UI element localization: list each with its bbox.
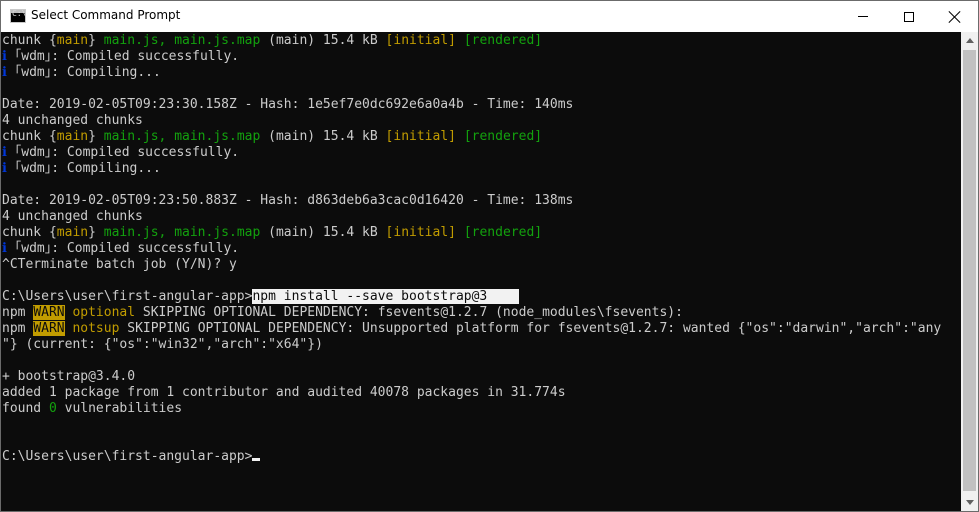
console-text: [initial]	[385, 225, 456, 240]
console-text: found	[2, 401, 49, 416]
maximize-icon	[904, 11, 914, 22]
console-text: C:\Users\user\first-angular-app>	[2, 289, 253, 304]
console-line: ℹ ｢wdm｣: Compiled successfully.	[2, 241, 239, 257]
console-text: main.js, main.js.map	[103, 225, 261, 240]
selected-command-text: npm install --save bootstrap@3	[252, 289, 519, 304]
console-text: main	[56, 225, 89, 240]
console-text: ^CTerminate batch job (Y/N)? y	[2, 257, 237, 272]
console-text: optional	[72, 305, 136, 320]
warn-badge: WARN	[33, 305, 65, 320]
console-text: ｢wdm｣: Compiling...	[6, 65, 161, 80]
console-line: ℹ ｢wdm｣: Compiled successfully.	[2, 49, 239, 65]
console-line: Date: 2019-02-05T09:23:30.158Z - Hash: 1…	[2, 97, 573, 113]
console-text: }	[88, 129, 104, 144]
console-text: ｢wdm｣: Compiled successfully.	[6, 145, 240, 160]
console-text: [initial]	[385, 129, 456, 144]
command-prompt-icon[interactable]: C:\	[10, 9, 26, 23]
console-text: }	[88, 33, 104, 48]
arrow-up-icon	[965, 38, 974, 43]
console-text: (main) 15.4 kB	[260, 129, 386, 144]
console-text: npm	[2, 321, 34, 336]
console-text: ｢wdm｣: Compiled successfully.	[6, 241, 240, 256]
console-text: SKIPPING OPTIONAL DEPENDENCY: Unsupporte…	[119, 321, 942, 336]
console-line: "} (current: {"os":"win32","arch":"x64"}…	[2, 337, 323, 353]
console-text: main.js, main.js.map	[103, 33, 261, 48]
console-line: npm WARN optional SKIPPING OPTIONAL DEPE…	[2, 305, 683, 321]
console-line: ℹ ｢wdm｣: Compiled successfully.	[2, 145, 239, 161]
scroll-up-button[interactable]	[961, 32, 978, 49]
console-text: 4 unchanged chunks	[2, 209, 143, 224]
minimize-icon	[858, 16, 868, 17]
console-line: chunk {main} main.js, main.js.map (main)…	[2, 129, 542, 145]
console-line: ℹ ｢wdm｣: Compiling...	[2, 65, 161, 81]
console-line: C:\Users\user\first-angular-app>	[2, 449, 261, 465]
console-line: ^CTerminate batch job (Y/N)? y	[2, 257, 237, 273]
maximize-button[interactable]	[886, 1, 932, 32]
console-text: 0	[48, 401, 57, 416]
text-cursor	[252, 458, 261, 461]
console-line: Date: 2019-02-05T09:23:50.883Z - Hash: d…	[2, 193, 573, 209]
console-output[interactable]: chunk {main} main.js, main.js.map (main)…	[1, 32, 961, 511]
console-line: npm WARN notsup SKIPPING OPTIONAL DEPEND…	[2, 321, 941, 337]
console-text: ｢wdm｣: Compiling...	[6, 161, 161, 176]
console-text: [initial]	[385, 33, 456, 48]
console-text: main	[56, 33, 89, 48]
console-text: + bootstrap@3.4.0	[2, 369, 136, 384]
console-text: [rendered]	[463, 129, 543, 144]
console-line: 4 unchanged chunks	[2, 209, 143, 225]
close-icon	[949, 11, 961, 23]
console-text: (main) 15.4 kB	[260, 225, 386, 240]
arrow-down-icon	[965, 500, 974, 505]
console-line: ℹ ｢wdm｣: Compiling...	[2, 161, 161, 177]
console-text: (main) 15.4 kB	[260, 33, 386, 48]
console-text: chunk {	[2, 129, 57, 144]
console-text: C:\Users\user\first-angular-app>	[2, 449, 253, 464]
console-line: chunk {main} main.js, main.js.map (main)…	[2, 225, 542, 241]
close-button[interactable]	[932, 1, 978, 32]
console-text: main	[56, 129, 89, 144]
scroll-down-button[interactable]	[961, 494, 978, 511]
console-line: C:\Users\user\first-angular-app>npm inst…	[2, 289, 519, 305]
title-bar[interactable]: C:\ Select Command Prompt	[1, 1, 978, 32]
console-text: notsup	[72, 321, 120, 336]
vertical-scrollbar[interactable]	[961, 32, 978, 511]
console-text: [rendered]	[463, 33, 543, 48]
console-line: chunk {main} main.js, main.js.map (main)…	[2, 33, 542, 49]
scrollbar-thumb[interactable]	[963, 50, 976, 491]
console-text: [rendered]	[463, 225, 543, 240]
console-text: SKIPPING OPTIONAL DEPENDENCY: fsevents@1…	[135, 305, 683, 320]
console-line: 4 unchanged chunks	[2, 113, 143, 129]
console-text: vulnerabilities	[56, 401, 183, 416]
console-text: 4 unchanged chunks	[2, 113, 143, 128]
warn-badge: WARN	[33, 321, 65, 336]
console-line: added 1 package from 1 contributor and a…	[2, 385, 566, 401]
console-text: ｢wdm｣: Compiled successfully.	[6, 49, 240, 64]
console-line: + bootstrap@3.4.0	[2, 369, 135, 385]
console-text: chunk {	[2, 225, 57, 240]
console-text: "} (current: {"os":"win32","arch":"x64"}…	[2, 337, 323, 352]
command-prompt-window: C:\ Select Command Prompt chunk {main} m…	[0, 0, 979, 512]
console-text: }	[88, 225, 104, 240]
console-text: added 1 package from 1 contributor and a…	[2, 385, 566, 400]
console-text: chunk {	[2, 33, 57, 48]
console-line: found 0 vulnerabilities	[2, 401, 182, 417]
console-text: Date: 2019-02-05T09:23:30.158Z - Hash: 1…	[2, 97, 574, 112]
console-text: Date: 2019-02-05T09:23:50.883Z - Hash: d…	[2, 193, 574, 208]
window-title: Select Command Prompt	[31, 8, 181, 22]
minimize-button[interactable]	[840, 1, 886, 32]
console-text: npm	[2, 305, 34, 320]
console-text: main.js, main.js.map	[103, 129, 261, 144]
